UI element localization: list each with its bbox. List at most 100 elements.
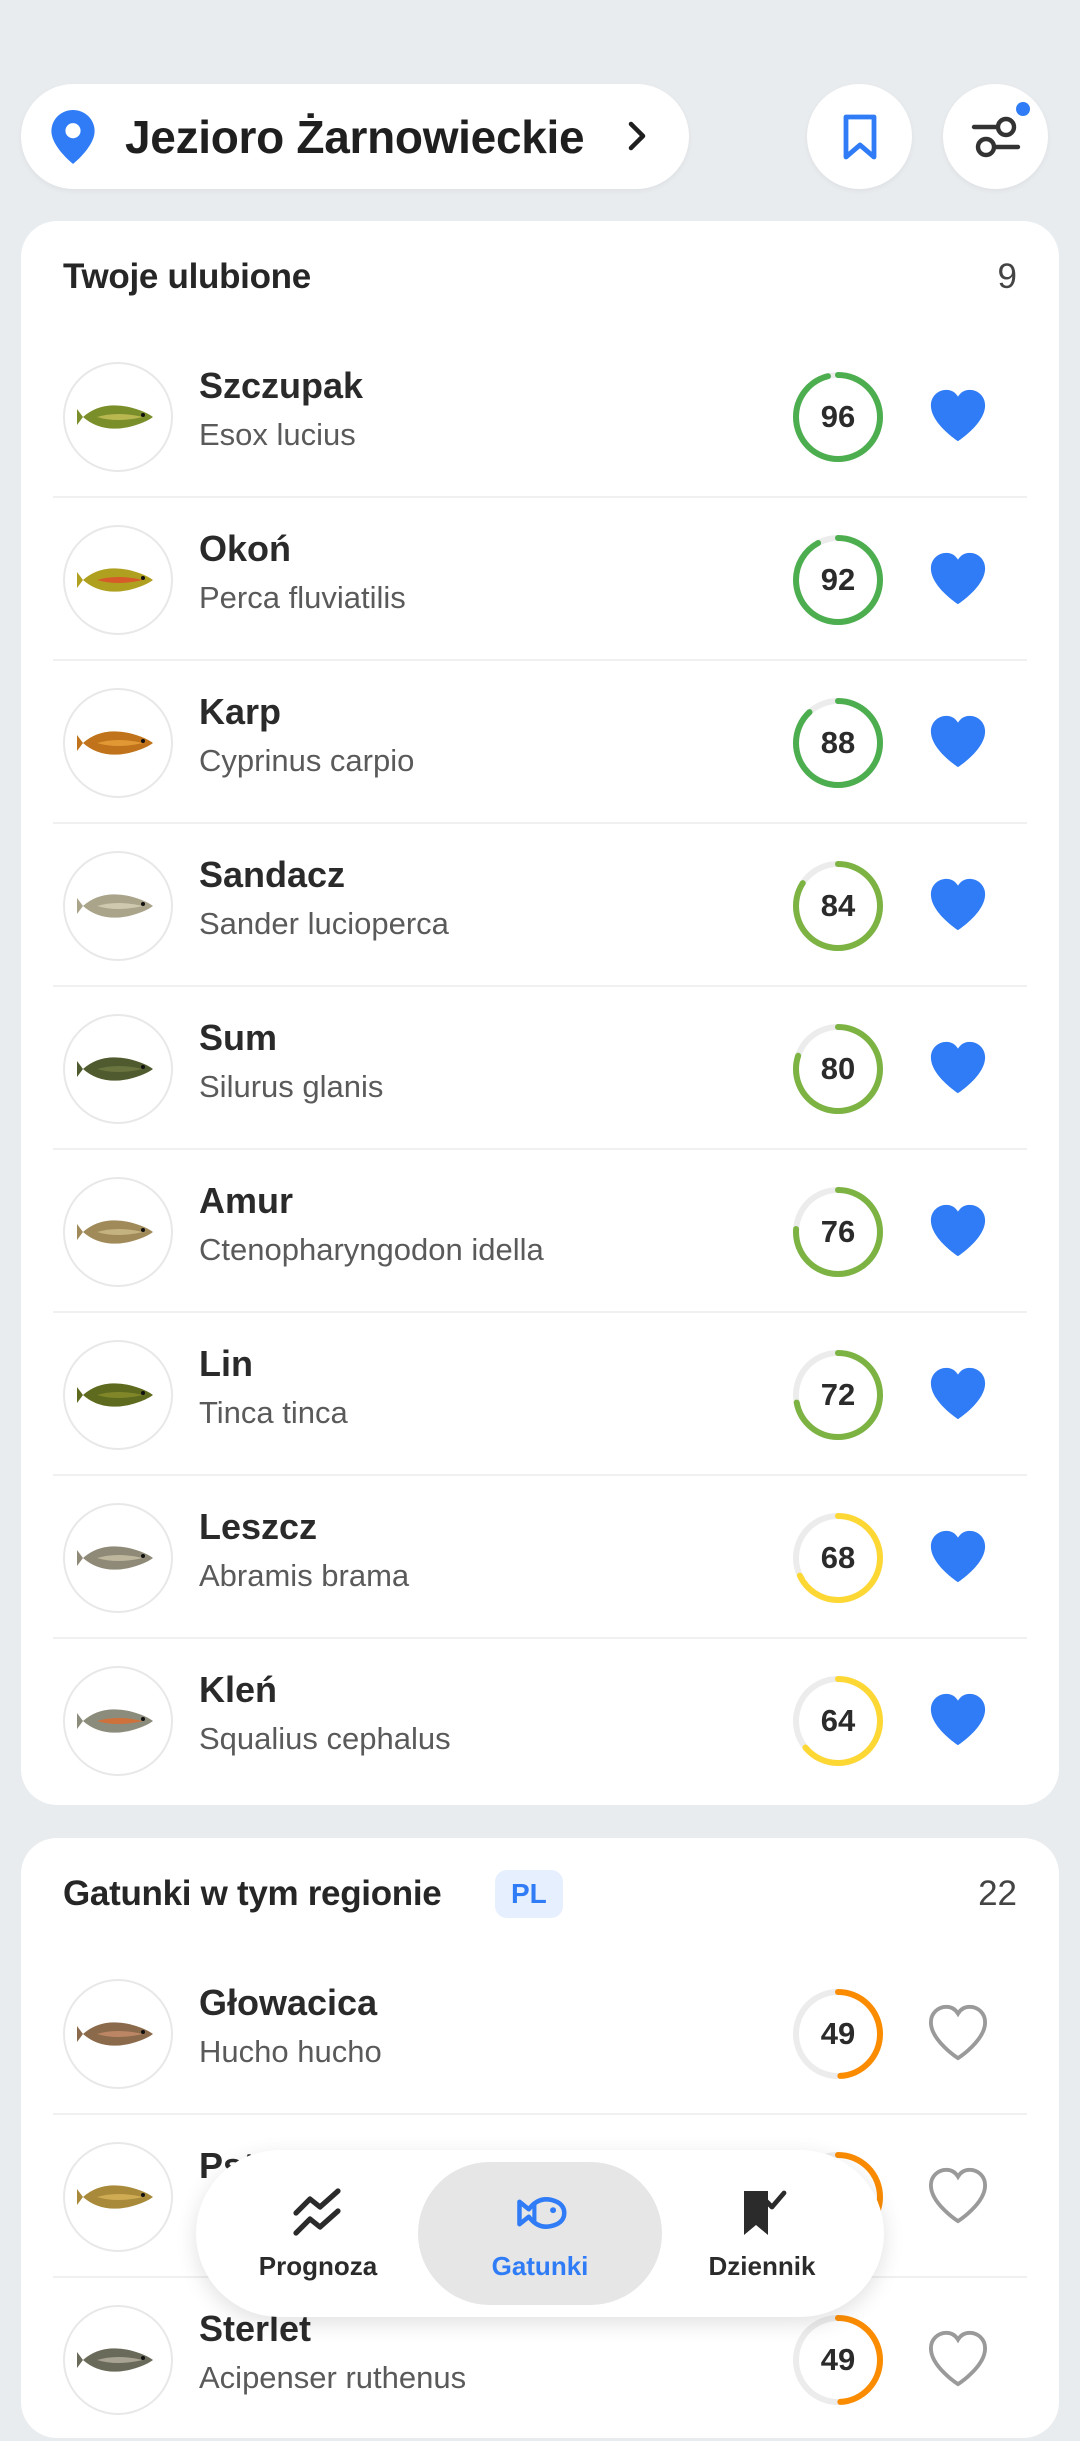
heart-outline-icon[interactable] [926, 2002, 990, 2062]
nav-label: Prognoza [258, 2251, 378, 2281]
species-name: Sandacz [199, 854, 346, 895]
fish-thumbnail [63, 1014, 173, 1124]
species-latin-name: Abramis brama [199, 1558, 410, 1593]
species-name: Kleń [199, 1669, 278, 1710]
journal-flag-icon [744, 2190, 787, 2235]
fish-thumbnail [63, 2142, 173, 2252]
species-latin-name: Acipenser ruthenus [199, 2360, 467, 2395]
nav-label: Gatunki [491, 2251, 589, 2281]
activity-score-ring: 72 [791, 1348, 885, 1442]
heart-filled-icon[interactable] [926, 385, 990, 445]
nav-tab-dziennik[interactable]: Dziennik [640, 2162, 884, 2305]
heart-filled-icon[interactable] [926, 1363, 990, 1423]
activity-score-ring: 76 [791, 1185, 885, 1279]
activity-score: 80 [820, 1051, 856, 1086]
species-row[interactable]: Sandacz Sander lucioperca 84 [21, 824, 1059, 987]
activity-score-ring: 88 [791, 696, 885, 790]
heart-filled-icon[interactable] [926, 1200, 990, 1260]
species-name: Głowacica [199, 1982, 378, 2023]
activity-score-ring: 92 [791, 533, 885, 627]
filter-settings-button[interactable] [943, 84, 1048, 189]
species-row[interactable]: Głowacica Hucho hucho 49 [21, 1952, 1059, 2115]
species-latin-name: Sander lucioperca [199, 906, 449, 941]
species-name: Amur [199, 1180, 294, 1221]
region-count: 22 [978, 1874, 1017, 1913]
heart-outline-icon[interactable] [926, 2328, 990, 2388]
bookmark-icon [843, 114, 876, 159]
favorites-count: 9 [997, 257, 1017, 296]
activity-score: 68 [820, 1540, 856, 1575]
species-row[interactable]: Szczupak Esox lucius 96 [21, 335, 1059, 498]
favorites-title: Twoje ulubione [63, 257, 311, 296]
bookmark-button[interactable] [807, 84, 912, 189]
favorites-list: Szczupak Esox lucius 96 Okoń Perca fluviatil… [21, 335, 1059, 1802]
activity-score-ring: 68 [791, 1511, 885, 1605]
activity-score: 84 [820, 888, 856, 923]
activity-score: 76 [820, 1214, 856, 1249]
location-pin-icon [51, 109, 95, 164]
activity-score: 96 [820, 399, 856, 434]
heart-outline-icon[interactable] [926, 2165, 990, 2225]
fish-thumbnail [63, 1979, 173, 2089]
region-header: Gatunki w tym regionie PL 22 [21, 1838, 1059, 1952]
species-row[interactable]: Lin Tinca tinca 72 [21, 1313, 1059, 1476]
chevron-right-icon [628, 121, 646, 151]
species-latin-name: Perca fluviatilis [199, 580, 406, 615]
species-latin-name: Ctenopharyngodon idella [199, 1232, 544, 1267]
country-badge: PL [495, 1870, 563, 1918]
species-latin-name: Silurus glanis [199, 1069, 384, 1104]
activity-score-ring: 80 [791, 1022, 885, 1116]
location-selector[interactable]: Jezioro Żarnowieckie [21, 84, 689, 189]
activity-score: 49 [820, 2342, 856, 2377]
heart-filled-icon[interactable] [926, 548, 990, 608]
species-name: Okoń [199, 528, 292, 569]
heart-filled-icon[interactable] [926, 711, 990, 771]
species-row[interactable]: Okoń Perca fluviatilis 92 [21, 498, 1059, 661]
species-name: Leszcz [199, 1506, 318, 1547]
species-row[interactable]: Sum Silurus glanis 80 [21, 987, 1059, 1150]
forecast-chart-icon [293, 2188, 341, 2236]
fish-thumbnail [63, 1503, 173, 1613]
species-latin-name: Cyprinus carpio [199, 743, 415, 778]
species-latin-name: Esox lucius [199, 417, 356, 452]
nav-tab-prognoza[interactable]: Prognoza [196, 2162, 440, 2305]
fish-thumbnail [63, 2305, 173, 2415]
species-latin-name: Squalius cephalus [199, 1721, 451, 1756]
fish-thumbnail [63, 1340, 173, 1450]
heart-filled-icon[interactable] [926, 1037, 990, 1097]
activity-score: 88 [820, 725, 856, 760]
nav-tab-gatunki[interactable]: Gatunki [418, 2162, 662, 2305]
species-row[interactable]: Karp Cyprinus carpio 88 [21, 661, 1059, 824]
activity-score-ring: 49 [791, 2313, 885, 2407]
location-name: Jezioro Żarnowieckie [125, 110, 585, 163]
species-latin-name: Tinca tinca [199, 1395, 348, 1430]
heart-filled-icon[interactable] [926, 1689, 990, 1749]
species-row[interactable]: Kleń Squalius cephalus 64 [21, 1639, 1059, 1802]
fish-thumbnail [63, 525, 173, 635]
nav-label: Dziennik [708, 2251, 816, 2281]
fish-thumbnail [63, 1177, 173, 1287]
activity-score-ring: 84 [791, 859, 885, 953]
favorites-header: Twoje ulubione 9 [21, 221, 1059, 335]
fish-thumbnail [63, 851, 173, 961]
heart-filled-icon[interactable] [926, 1526, 990, 1586]
species-name: Lin [199, 1343, 253, 1384]
activity-score-ring: 96 [791, 370, 885, 464]
species-row[interactable]: Amur Ctenopharyngodon idella 76 [21, 1150, 1059, 1313]
fish-icon [517, 2197, 567, 2229]
species-name: Szczupak [199, 365, 364, 406]
species-latin-name: Hucho hucho [199, 2034, 382, 2069]
bottom-navigation: Prognoza Gatunki Dziennik [196, 2150, 884, 2317]
activity-score-ring: 64 [791, 1674, 885, 1768]
activity-score: 72 [820, 1377, 856, 1412]
favorites-card: Twoje ulubione 9 Szczupak Esox lucius 96 Ok… [21, 221, 1059, 1805]
fish-thumbnail [63, 1666, 173, 1776]
activity-score: 49 [820, 2016, 856, 2051]
heart-filled-icon[interactable] [926, 874, 990, 934]
region-title: Gatunki w tym regionie [63, 1874, 442, 1913]
top-bar: Jezioro Żarnowieckie [21, 84, 1059, 189]
fish-thumbnail [63, 688, 173, 798]
notification-dot [1016, 102, 1030, 116]
activity-score: 64 [820, 1703, 856, 1738]
species-row[interactable]: Leszcz Abramis brama 68 [21, 1476, 1059, 1639]
